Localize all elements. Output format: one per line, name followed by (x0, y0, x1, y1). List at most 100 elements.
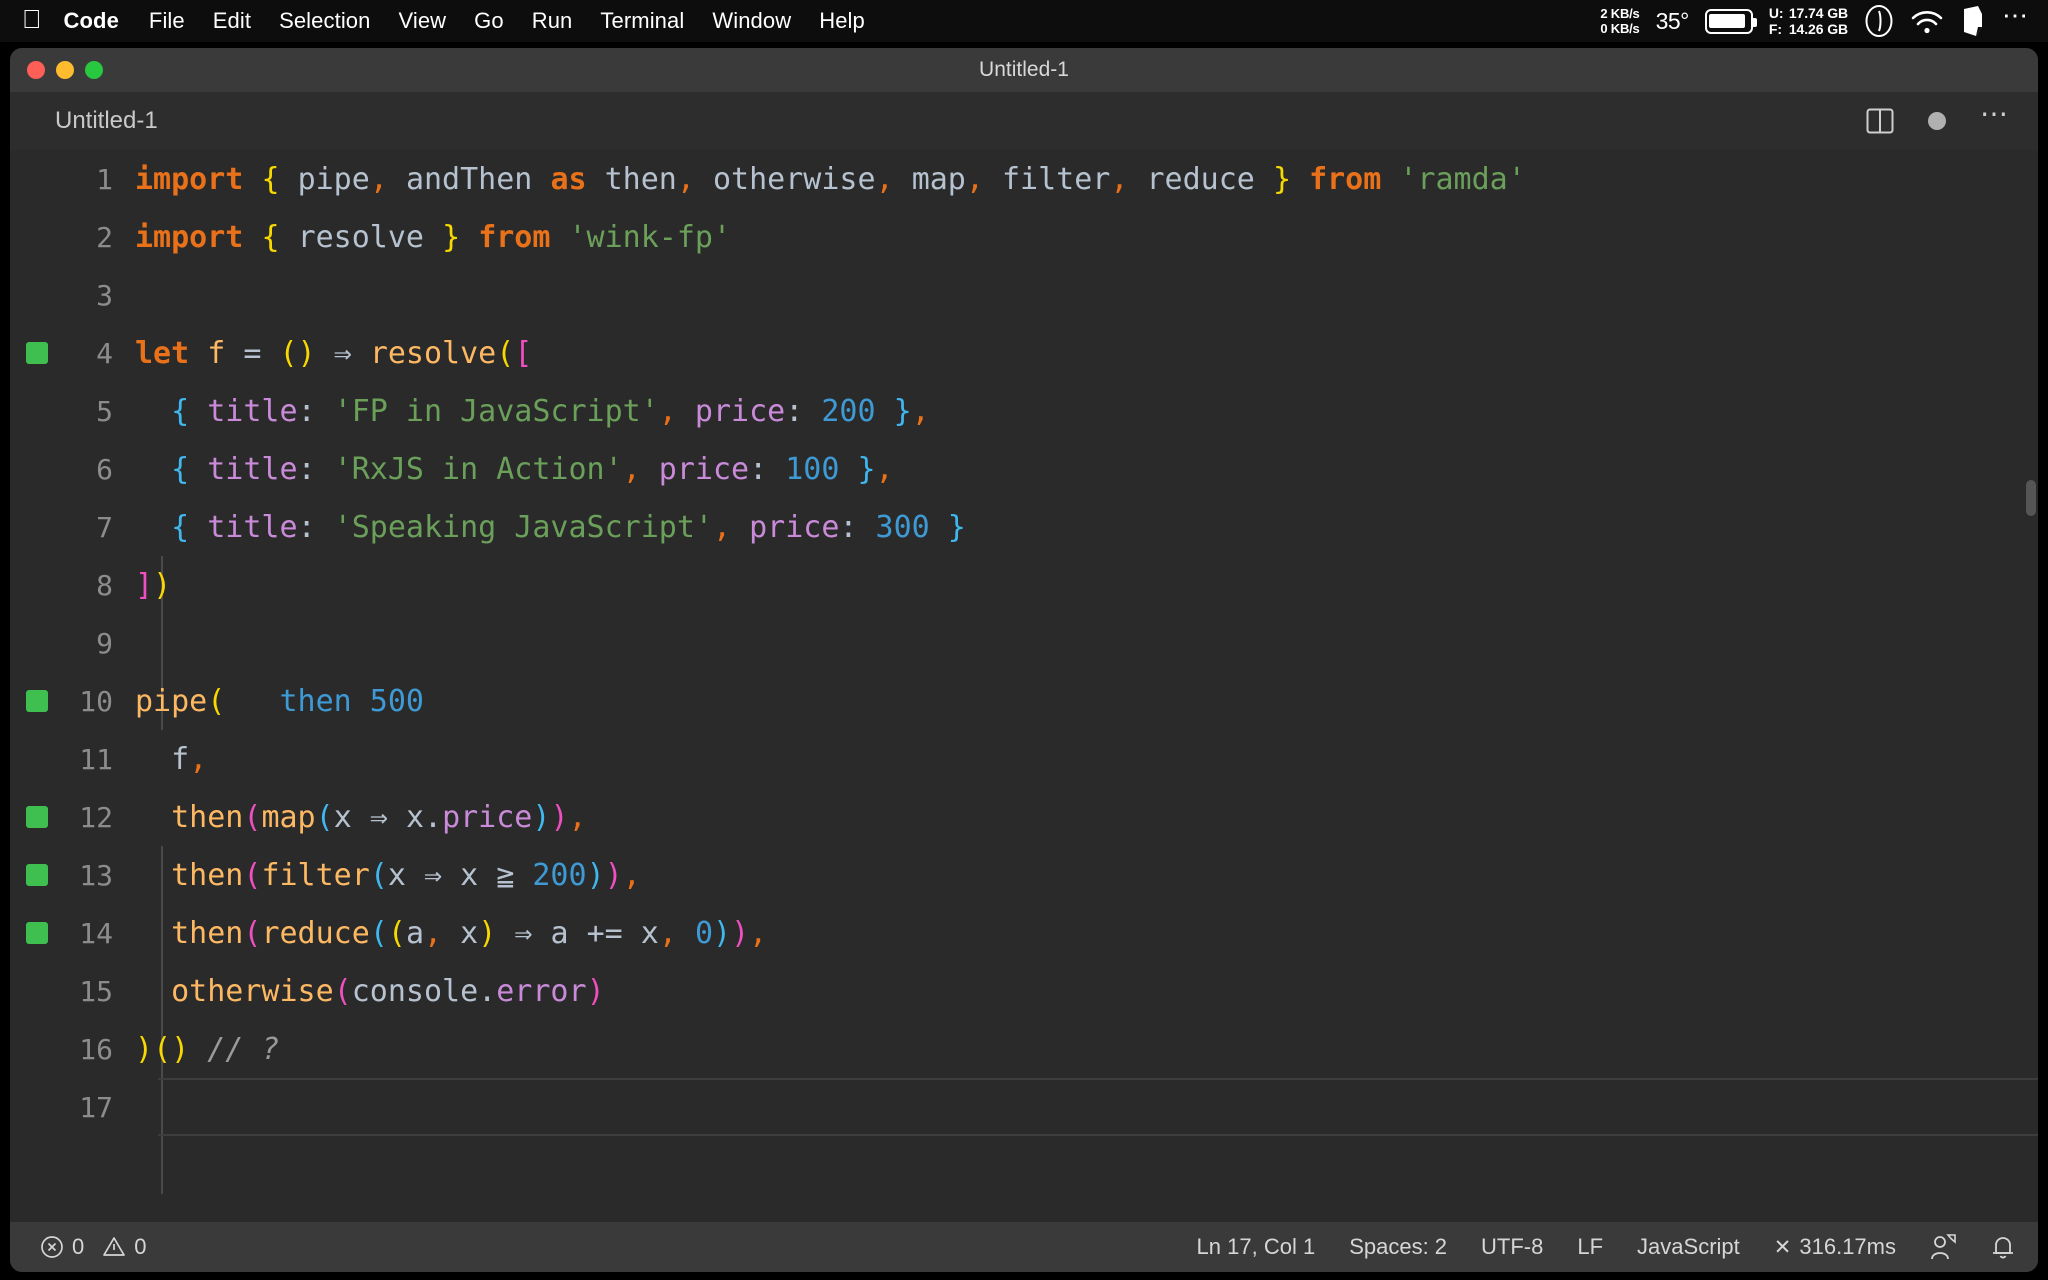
status-bar: 0 0 Ln 17, Col 1 Spaces: 2 UTF-8 LF Java… (10, 1222, 2038, 1272)
split-editor-icon[interactable] (1866, 108, 1894, 134)
menu-item-terminal[interactable]: Terminal (600, 8, 684, 34)
control-center-icon[interactable]: ⋯ (2002, 2, 2030, 28)
error-circle-icon (41, 1236, 63, 1258)
code-line[interactable]: 6 { title: 'RxJS in Action', price: 100 … (10, 440, 2038, 498)
error-count: 0 (72, 1234, 85, 1259)
line-content: import { resolve } from 'wink-fp' (135, 219, 732, 255)
line-content: then(filter(x ⇒ x ≧ 200)), (171, 857, 641, 893)
runtime-indicator[interactable]: ✕ 316.17ms (1774, 1234, 1896, 1260)
more-actions-icon[interactable]: ⋯ (1980, 100, 2010, 128)
code-line[interactable]: 5 { title: 'FP in JavaScript', price: 20… (10, 382, 2038, 440)
close-x-icon: ✕ (1773, 1235, 1792, 1259)
wifi-icon[interactable] (1910, 7, 1944, 35)
status-bar-left: 0 0 (40, 1234, 147, 1260)
code-line[interactable]: 9 (10, 614, 2038, 672)
inline-debug-hint: then 500 (279, 683, 425, 719)
line-content: { title: 'Speaking JavaScript', price: 3… (171, 509, 966, 545)
disk-used-value: 17.74 GB (1788, 5, 1848, 21)
breakpoint-icon[interactable] (26, 922, 48, 944)
code-line[interactable]: 7 { title: 'Speaking JavaScript', price:… (10, 498, 2038, 556)
code-line[interactable]: 12 then(map(x ⇒ x.price)), (10, 788, 2038, 846)
line-number: 1 (96, 162, 113, 196)
breakpoint-icon[interactable] (26, 690, 48, 712)
code-line[interactable]: 14 then(reduce((a, x) ⇒ a += x, 0)), (10, 904, 2038, 962)
bell-icon[interactable] (1990, 1233, 2016, 1261)
breakpoint-icon[interactable] (26, 342, 48, 364)
disk-used-label: U: (1768, 5, 1784, 21)
network-speed-indicator[interactable]: 2 KB/s 0 KB/s (1600, 6, 1639, 36)
code-line[interactable]: 3 (10, 266, 2038, 324)
code-line[interactable]: 10 pipe( then 500 (10, 672, 2038, 730)
code-line[interactable]: 16 )() // ? (10, 1020, 2038, 1078)
network-upload-speed: 2 KB/s (1600, 6, 1640, 21)
code-line[interactable]: 17 (10, 1078, 2038, 1136)
warning-triangle-icon (103, 1237, 126, 1256)
line-content: { title: 'FP in JavaScript', price: 200 … (171, 393, 930, 429)
code-line[interactable]: 8 ]) (10, 556, 2038, 614)
warning-count: 0 (134, 1234, 147, 1259)
menu-item-code[interactable]: Code (64, 8, 119, 34)
editor-vertical-scrollbar[interactable] (2024, 150, 2038, 1222)
line-number: 9 (96, 626, 113, 660)
line-number: 7 (96, 510, 113, 544)
line-content: import { pipe, andThen as then, otherwis… (135, 161, 1526, 197)
line-number: 17 (79, 1090, 113, 1124)
tab-untitled-1[interactable]: Untitled-1 (55, 107, 158, 135)
menu-item-window[interactable]: Window (712, 8, 791, 34)
indentation-indicator[interactable]: Spaces: 2 (1349, 1234, 1447, 1260)
code-editor[interactable]: 1 import { pipe, andThen as then, otherw… (10, 150, 2038, 1222)
line-content: otherwise(console.error) (171, 973, 605, 1009)
line-number: 6 (96, 452, 113, 486)
disk-free-label: F: (1768, 21, 1782, 37)
disk-free-value: 14.26 GB (1788, 21, 1848, 37)
menu-item-selection[interactable]: Selection (279, 8, 370, 34)
menu-item-go[interactable]: Go (474, 8, 504, 34)
account-icon[interactable] (1930, 1233, 1956, 1261)
line-content: { title: 'RxJS in Action', price: 100 }, (171, 451, 894, 487)
code-line[interactable]: 2 import { resolve } from 'wink-fp' (10, 208, 2038, 266)
line-content: pipe( then 500 (135, 683, 425, 719)
code-line[interactable]: 4 let f = () ⇒ resolve([ (10, 324, 2038, 382)
runtime-value: 316.17ms (1799, 1234, 1896, 1259)
menu-item-help[interactable]: Help (819, 8, 865, 34)
line-content: f, (171, 741, 208, 777)
line-content: let f = () ⇒ resolve([ (135, 335, 533, 371)
code-line[interactable]: 13 then(filter(x ⇒ x ≧ 200)), (10, 846, 2038, 904)
line-number: 2 (96, 220, 113, 254)
window-title: Untitled-1 (979, 58, 1069, 81)
line-content: )() // ? (135, 1031, 280, 1067)
line-content: ]) (135, 567, 172, 603)
line-number: 11 (79, 742, 113, 776)
apple-logo-icon[interactable]:  (22, 6, 42, 32)
line-number: 5 (96, 394, 113, 428)
scrollbar-thumb[interactable] (2026, 480, 2036, 516)
disk-usage-indicator[interactable]: U: 17.74 GB F: 14.26 GB (1769, 5, 1848, 37)
battery-icon[interactable] (1704, 8, 1757, 34)
cursor-position-indicator[interactable]: Ln 17, Col 1 (1197, 1234, 1316, 1260)
menu-item-run[interactable]: Run (532, 8, 573, 34)
language-mode-indicator[interactable]: JavaScript (1637, 1234, 1740, 1260)
clock-icon[interactable] (1864, 4, 1894, 38)
problems-indicator[interactable]: 0 0 (40, 1234, 147, 1260)
editor-tab-bar: Untitled-1 ⋯ (10, 92, 2038, 150)
line-number: 16 (79, 1032, 113, 1066)
breakpoint-icon[interactable] (26, 864, 48, 886)
temperature-indicator[interactable]: 35° (1656, 8, 1690, 35)
code-line[interactable]: 15 otherwise(console.error) (10, 962, 2038, 1020)
menu-item-edit[interactable]: Edit (213, 8, 251, 34)
window-title-bar: Untitled-1 (10, 48, 2038, 92)
code-line[interactable]: 1 import { pipe, andThen as then, otherw… (10, 150, 2038, 208)
unsaved-dot-icon[interactable] (1928, 112, 1946, 130)
code-line[interactable]: 11 f, (10, 730, 2038, 788)
network-download-speed: 0 KB/s (1600, 21, 1640, 36)
editor-actions: ⋯ (1866, 100, 2010, 134)
app-icon[interactable] (1960, 5, 1986, 37)
line-content: then(reduce((a, x) ⇒ a += x, 0)), (171, 915, 768, 951)
line-number: 15 (79, 974, 113, 1008)
eol-indicator[interactable]: LF (1577, 1234, 1603, 1260)
menu-item-view[interactable]: View (398, 8, 446, 34)
encoding-indicator[interactable]: UTF-8 (1481, 1234, 1543, 1260)
menu-bar-status-area: 2 KB/s 0 KB/s 35° U: 17.74 GB F: 14.26 GB … (1600, 2, 2030, 38)
menu-item-file[interactable]: File (149, 8, 185, 34)
breakpoint-icon[interactable] (26, 806, 48, 828)
